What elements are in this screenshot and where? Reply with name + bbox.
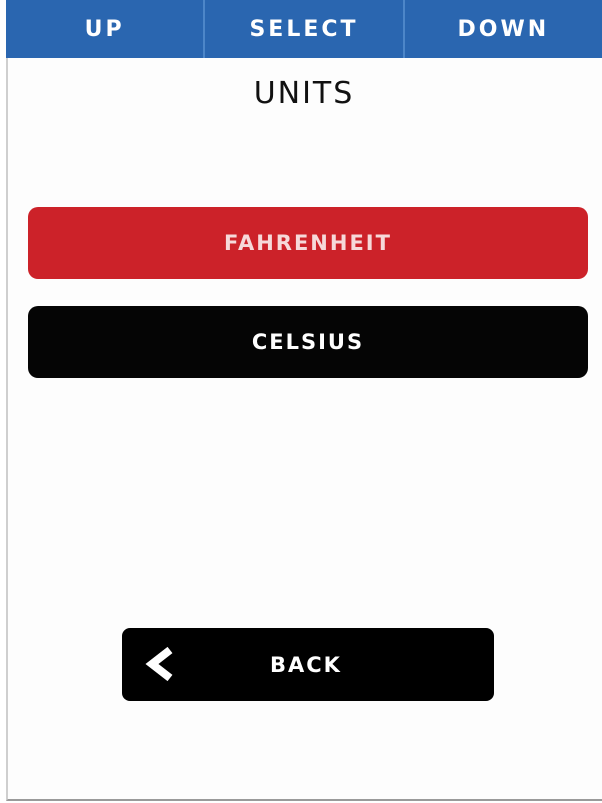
back-button-label: BACK: [270, 652, 342, 677]
back-button[interactable]: BACK: [122, 628, 494, 701]
down-button[interactable]: DOWN: [402, 0, 602, 58]
up-button[interactable]: UP: [6, 0, 203, 58]
nav-bar: UP SELECT DOWN: [6, 0, 602, 58]
option-fahrenheit[interactable]: FAHRENHEIT: [28, 207, 588, 279]
option-celsius[interactable]: CELSIUS: [28, 306, 588, 378]
option-fahrenheit-label: FAHRENHEIT: [224, 231, 392, 255]
select-button[interactable]: SELECT: [203, 0, 402, 58]
page-title: UNITS: [253, 76, 355, 111]
option-celsius-label: CELSIUS: [251, 330, 365, 354]
